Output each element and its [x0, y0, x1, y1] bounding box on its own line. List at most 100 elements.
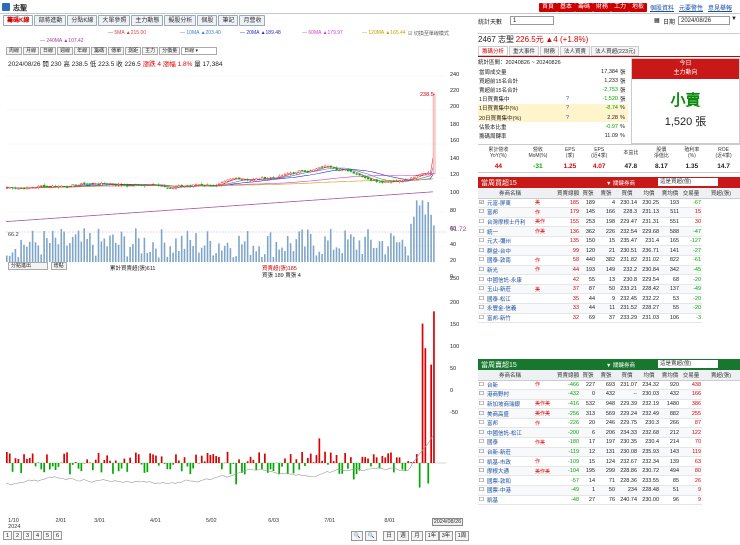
- table-row[interactable]: ☐ 台灣摩根士丹利 美作 155 253 198 229.47 231.31 551 30: [478, 217, 740, 228]
- page-button-2[interactable]: 2: [13, 531, 22, 540]
- broker-name[interactable]: 港商野村: [486, 389, 534, 400]
- table-row[interactable]: ☐ 中國信託-永康 42 55 13 230.8 229.54 68 -20: [478, 274, 740, 285]
- row-checkbox[interactable]: ☐: [478, 447, 486, 458]
- chart-tool-8[interactable]: 主力: [142, 47, 159, 55]
- help-icon[interactable]: [566, 131, 578, 140]
- table-header[interactable]: 賣張: [596, 370, 617, 381]
- left-tab-3[interactable]: 大單參照: [98, 15, 131, 26]
- ma240-legend[interactable]: — 240MA ▲107.42: [40, 38, 84, 44]
- broker-name[interactable]: 新光: [486, 265, 534, 276]
- table-row[interactable]: ☐ 統一 作美 136 362 226 232.54 229.68 588 -47: [478, 226, 740, 237]
- chart-tool-9[interactable]: 分價量: [159, 47, 181, 55]
- period-button-0[interactable]: 日: [383, 531, 395, 541]
- table-row[interactable]: ☐ 中國信託-松江 -200 6 206 234.33 232.68 212 122: [478, 427, 740, 439]
- table-header[interactable]: [478, 370, 486, 381]
- broker-name[interactable]: 統一: [486, 226, 534, 237]
- chart-tool-7[interactable]: 測距: [125, 47, 142, 55]
- ma-legend-1[interactable]: — 10MA ▲203.40: [180, 30, 221, 36]
- table-row[interactable]: ☐ 港商野村 -432 0 432 -- 230.03 432 166: [478, 389, 740, 400]
- broker-name[interactable]: 富邦: [486, 207, 534, 218]
- calendar-icon[interactable]: ▦: [654, 17, 660, 24]
- help-icon[interactable]: ?: [566, 113, 578, 122]
- top-button-0[interactable]: 首頁: [539, 3, 558, 12]
- table-header[interactable]: [534, 370, 556, 381]
- left-tab-1[interactable]: 部將進動: [34, 15, 67, 26]
- row-checkbox[interactable]: ☐: [478, 485, 486, 496]
- table-row[interactable]: ☐ 摩根大通 美作美 -104 195 299 228.86 230.72 494 80: [478, 466, 740, 477]
- broker-name[interactable]: 富邦-新竹: [486, 313, 534, 324]
- ma-legend-4[interactable]: — 120MA ▲165.44: [362, 30, 406, 36]
- table-header[interactable]: 買超(張): [702, 188, 740, 199]
- broker-name[interactable]: 國泰-松江: [486, 293, 534, 305]
- help-icon[interactable]: [566, 76, 578, 85]
- help-icon[interactable]: ?: [566, 104, 578, 113]
- page-button-6[interactable]: 6: [53, 531, 62, 540]
- row-checkbox[interactable]: ☐: [478, 418, 486, 429]
- period-button-4[interactable]: 3年: [439, 531, 453, 541]
- right-tab-3[interactable]: 法人買賣: [560, 46, 591, 56]
- row-checkbox[interactable]: ☐: [478, 466, 486, 477]
- row-checkbox[interactable]: ☐: [478, 217, 486, 228]
- table-header[interactable]: 買張: [580, 188, 597, 199]
- left-tab-7[interactable]: 筆記: [218, 15, 239, 26]
- page-button-4[interactable]: 4: [33, 531, 42, 540]
- row-checkbox[interactable]: ☐: [478, 313, 486, 324]
- period-select[interactable]: 日線 ▾: [181, 47, 218, 55]
- table-row[interactable]: ☐ 國泰-松江 35 44 9 232.45 232.22 53 -20: [478, 293, 740, 305]
- broker-name[interactable]: 元富-屏東: [486, 198, 534, 209]
- row-checkbox[interactable]: ☐: [478, 265, 486, 276]
- table-header[interactable]: 券商名稱: [486, 188, 534, 199]
- table-row[interactable]: ☐ 富邦作 -226 20 246 229.75 230.3 266 87: [478, 418, 740, 429]
- table-header[interactable]: [534, 188, 556, 199]
- table-header[interactable]: 買賣總額: [556, 370, 581, 381]
- row-checkbox[interactable]: ☐: [478, 236, 486, 247]
- top-link-1[interactable]: 元要警性: [679, 3, 703, 12]
- top-button-1[interactable]: 基本: [557, 3, 576, 12]
- table-header[interactable]: 賣均價: [660, 370, 681, 381]
- table-row[interactable]: ☐ 凱基-市政作 -109 15 124 232.67 232.34 139 63: [478, 456, 740, 467]
- row-checkbox[interactable]: ☐: [478, 495, 486, 506]
- table-row[interactable]: ☐ 群益-台中 99 120 21 230.51 236.71 141 -27: [478, 245, 740, 257]
- broker-name[interactable]: 富邦: [486, 418, 534, 429]
- table-row[interactable]: ☐ 新光作 44 193 149 232.2 230.84 342 -45: [478, 265, 740, 276]
- broker-name[interactable]: 國泰-敦南: [486, 255, 534, 266]
- row-checkbox[interactable]: ☐: [478, 437, 486, 448]
- help-icon[interactable]: [566, 85, 578, 94]
- price-chart[interactable]: 238.5 66.2: [6, 66, 446, 262]
- row-checkbox[interactable]: ☐: [478, 408, 486, 419]
- right-tab-1[interactable]: 重大事件: [509, 46, 540, 56]
- broker-name[interactable]: 台新: [486, 380, 534, 391]
- page-button-1[interactable]: 1: [3, 531, 12, 540]
- period-button-1[interactable]: 週: [397, 531, 409, 541]
- top-button-5[interactable]: 地板: [629, 3, 648, 12]
- broker-name[interactable]: 元大-彌州: [486, 236, 534, 247]
- broker-name[interactable]: 凱基: [486, 495, 534, 506]
- left-tab-6[interactable]: 個股: [197, 15, 218, 26]
- table-row[interactable]: ☑ 元富-屏東美 185 189 4 230.14 230.25 193 -67: [478, 198, 740, 209]
- row-checkbox[interactable]: ☐: [478, 226, 486, 237]
- period-button-3[interactable]: 1年: [425, 531, 439, 541]
- table-header[interactable]: 賣張: [596, 188, 617, 199]
- row-checkbox[interactable]: ☐: [478, 274, 486, 285]
- table-header[interactable]: 買賣總額: [556, 188, 581, 199]
- table-header[interactable]: [478, 188, 486, 199]
- chart-tool-6[interactable]: 傳單: [108, 47, 125, 55]
- chart-tool-5[interactable]: 籌碼: [91, 47, 108, 55]
- chart-tool-1[interactable]: 月線: [23, 47, 40, 55]
- top-button-2[interactable]: 籌碼: [575, 3, 594, 12]
- row-checkbox[interactable]: ☐: [478, 456, 486, 467]
- zoom-icon-1[interactable]: 🔍: [365, 531, 377, 541]
- table-header[interactable]: 交易量: [680, 188, 703, 199]
- help-icon[interactable]: [566, 67, 578, 76]
- table-row[interactable]: ☐ 永豐金-信義 33 44 11 231.52 228.27 55 -20: [478, 303, 740, 314]
- table-row[interactable]: ☐ 國泰 作美 -180 17 197 230.35 230.4 214 70: [478, 437, 740, 448]
- table-row[interactable]: ☐ 美商高盛 美作美 -256 313 569 229.24 232.49 882 255: [478, 408, 740, 419]
- broker-name[interactable]: 中國信託-松江: [486, 427, 534, 439]
- table-header[interactable]: 買價: [616, 370, 639, 381]
- table-row[interactable]: ☐ 台新-新莊 -119 12 131 230.08 235.93 143 119: [478, 447, 740, 458]
- row-checkbox[interactable]: ☐: [478, 293, 486, 305]
- right-tab-4[interactable]: 法人買超(223元): [591, 46, 640, 56]
- page-button-3[interactable]: 3: [23, 531, 32, 540]
- chart-tool-3[interactable]: 週線: [57, 47, 74, 55]
- top-button-3[interactable]: 財務: [593, 3, 612, 12]
